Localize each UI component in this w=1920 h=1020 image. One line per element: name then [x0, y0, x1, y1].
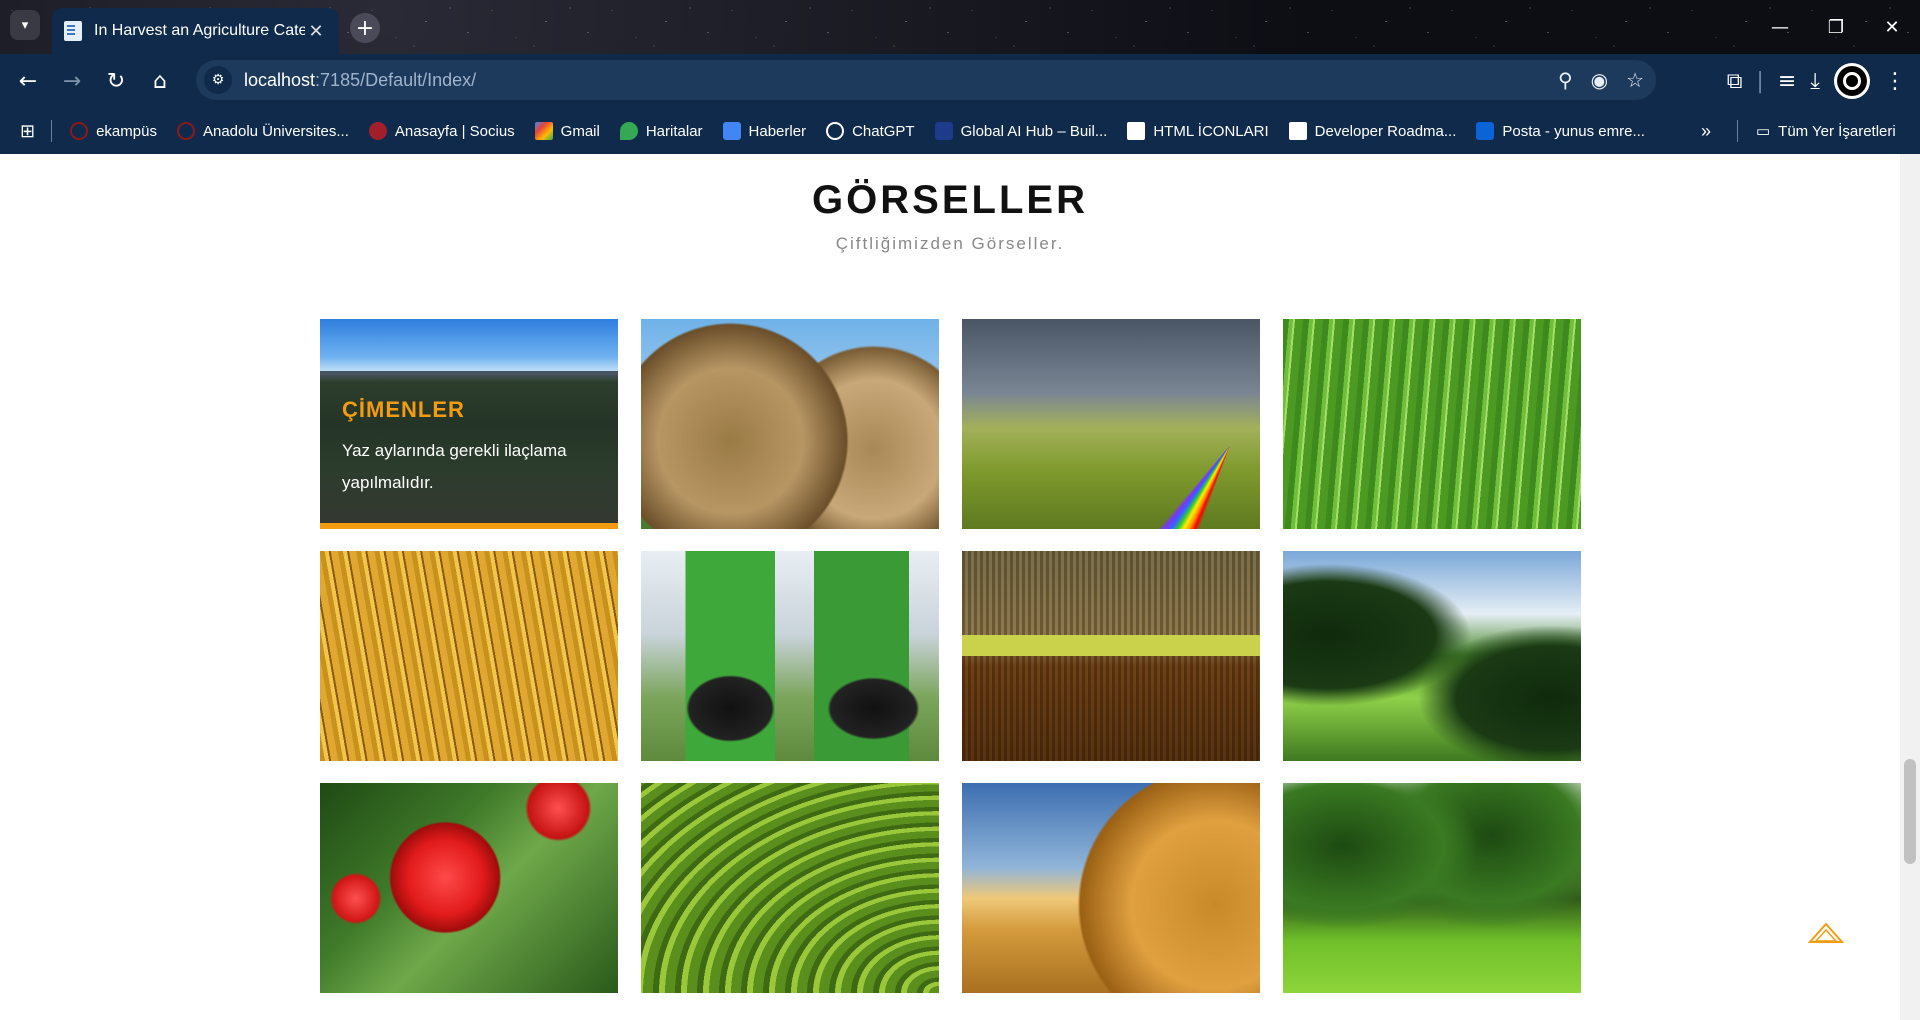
tab-title: In Harvest an Agriculture Categ: [94, 22, 305, 39]
close-tab-icon[interactable]: ✕: [305, 21, 327, 42]
bookmark-label: Developer Roadma...: [1314, 122, 1457, 140]
bookmark-item[interactable]: Haberler: [722, 122, 807, 140]
bookmark-item[interactable]: ekampüs: [70, 122, 157, 140]
gallery-tile-meadow[interactable]: [1283, 551, 1581, 761]
gmail-icon: [534, 122, 553, 140]
extensions-icon[interactable]: ⧉: [1727, 69, 1743, 94]
bookmark-item[interactable]: Anadolu Üniversites...: [176, 122, 349, 140]
bookmarks-overflow-button[interactable]: »: [1701, 121, 1711, 142]
bookmark-item[interactable]: Gmail: [534, 122, 600, 140]
profile-avatar[interactable]: [1834, 63, 1870, 99]
roadmap-icon: [1288, 122, 1307, 140]
gallery-tile-straw-bale[interactable]: [962, 783, 1260, 993]
bookmark-label: ekampüs: [96, 122, 157, 140]
news-icon: [722, 122, 741, 140]
bookmark-favicon: [176, 122, 195, 140]
section-title: GÖRSELLER: [812, 178, 1088, 222]
bookmark-label: HTML İCONLARI: [1153, 122, 1269, 140]
chevron-down-icon: ▾: [21, 17, 29, 33]
address-bar[interactable]: ⚙ localhost :7185/Default/Index/ ⚲ ◉ ☆: [196, 60, 1656, 100]
bookmark-item[interactable]: ChatGPT: [826, 122, 915, 140]
tab-search-button[interactable]: ▾: [10, 10, 40, 40]
maps-pin-icon: [619, 122, 638, 140]
bookmark-label: Posta - yunus emre...: [1502, 122, 1645, 140]
bookmark-label: Anadolu Üniversites...: [202, 122, 349, 140]
outlook-icon: [1476, 122, 1495, 140]
site-info-icon[interactable]: ⚙: [204, 66, 232, 94]
back-icon[interactable]: ←: [6, 59, 50, 103]
bookmarks-bar: ⊞ ekampüs Anadolu Üniversites... Anasayf…: [0, 108, 1920, 154]
media-queue-icon[interactable]: ≡: [1778, 69, 1796, 94]
tile-description: Yaz aylarında gerekli ilaçlama yapılmalı…: [342, 441, 567, 492]
url-path: :7185/Default/Index/: [315, 69, 477, 90]
gallery-tile-palms[interactable]: [1283, 783, 1581, 993]
bookmark-favicon: [70, 122, 89, 140]
ai-hub-icon: [934, 122, 953, 140]
bookmarks-divider: [1736, 120, 1738, 142]
bookmark-item[interactable]: Anasayfa | Socius: [368, 122, 515, 140]
image-gallery: ÇİMENLER Yaz aylarında gerekli ilaçlama …: [320, 319, 1582, 993]
gallery-tile-hay-bale[interactable]: [641, 319, 939, 529]
menu-kebab-icon[interactable]: ⋮: [1884, 69, 1906, 94]
bookmark-item[interactable]: Global AI Hub – Buil...: [934, 122, 1108, 140]
restore-icon[interactable]: ❐: [1808, 0, 1864, 54]
bookmark-label: Haberler: [748, 122, 807, 140]
bookmark-item[interactable]: HTML İCONLARI: [1127, 122, 1269, 140]
new-tab-button[interactable]: +: [350, 13, 380, 43]
minimize-icon[interactable]: —: [1752, 0, 1808, 54]
gallery-tile-tractors[interactable]: [641, 551, 939, 761]
page-document-icon: [64, 21, 82, 41]
page-content: GÖRSELLER Çiftliğimizden Görseller. ÇİME…: [0, 154, 1900, 1020]
bookmark-label: Haritalar: [645, 122, 703, 140]
gallery-tile-green-wheat[interactable]: [1283, 319, 1581, 529]
page-scrollbar[interactable]: [1900, 154, 1920, 1020]
flag-icon: [1127, 122, 1146, 140]
url-host: localhost: [244, 69, 316, 90]
gallery-tile-apples[interactable]: [320, 783, 618, 993]
gallery-tile-grass[interactable]: ÇİMENLER Yaz aylarında gerekli ilaçlama …: [320, 319, 618, 529]
eye-off-icon[interactable]: ◉: [1591, 68, 1608, 92]
toolbar-divider: |: [1756, 68, 1764, 94]
gallery-tile-harvester[interactable]: [962, 551, 1260, 761]
star-icon[interactable]: ☆: [1626, 68, 1644, 92]
bookmark-item[interactable]: Developer Roadma...: [1288, 122, 1457, 140]
tile-title: ÇİMENLER: [342, 397, 465, 422]
folder-icon: ▭: [1755, 123, 1771, 140]
apps-grid-icon[interactable]: ⊞: [20, 121, 35, 142]
all-bookmarks-label: Tüm Yer İşaretleri: [1778, 122, 1896, 140]
tab-strip: ▾ In Harvest an Agriculture Categ ✕ + — …: [0, 0, 1920, 54]
bookmark-label: ChatGPT: [852, 122, 915, 140]
gallery-tile-terraces[interactable]: [641, 783, 939, 993]
bookmark-label: Global AI Hub – Buil...: [960, 122, 1108, 140]
close-window-icon[interactable]: ✕: [1864, 0, 1920, 54]
scrollbar-thumb[interactable]: [1904, 759, 1916, 864]
gallery-tile-golden-wheat[interactable]: [320, 551, 618, 761]
gallery-tile-rainbow[interactable]: [962, 319, 1260, 529]
bookmarks-divider: [51, 120, 53, 142]
download-icon[interactable]: ⤓: [1810, 69, 1820, 94]
tile-hover-overlay: ÇİMENLER Yaz aylarında gerekli ilaçlama …: [320, 371, 618, 529]
zoom-icon[interactable]: ⚲: [1558, 68, 1573, 92]
bookmark-item[interactable]: Haritalar: [619, 122, 703, 140]
chatgpt-icon: [826, 122, 845, 140]
bookmark-favicon: [368, 122, 387, 140]
all-bookmarks-button[interactable]: ▭ Tüm Yer İşaretleri: [1755, 122, 1896, 141]
forward-icon[interactable]: →: [50, 59, 94, 103]
back-to-top-icon[interactable]: [1808, 922, 1844, 944]
home-icon[interactable]: ⌂: [138, 59, 182, 103]
reload-icon[interactable]: ↻: [94, 59, 138, 103]
browser-toolbar: ← → ↻ ⌂ ⚙ localhost :7185/Default/Index/…: [0, 54, 1920, 108]
active-tab[interactable]: In Harvest an Agriculture Categ ✕: [52, 8, 339, 54]
bookmark-item[interactable]: Posta - yunus emre...: [1476, 122, 1645, 140]
bookmark-label: Anasayfa | Socius: [394, 122, 515, 140]
bookmark-label: Gmail: [560, 122, 600, 140]
section-subtitle: Çiftliğimizden Görseller.: [835, 234, 1065, 253]
